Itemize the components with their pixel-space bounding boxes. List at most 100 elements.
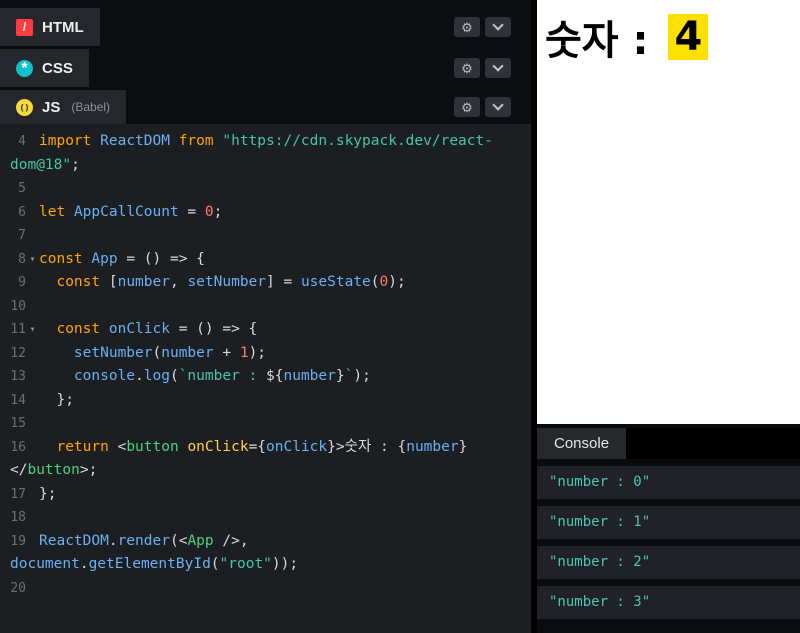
fold-caret-icon[interactable]: ▾ — [26, 318, 39, 342]
js-settings-button[interactable]: ⚙ — [454, 97, 480, 117]
code-text: const App = () => { — [39, 250, 205, 267]
code-text: import ReactDOM from "https://cdn.skypac… — [39, 133, 493, 149]
code-line[interactable]: 7 — [0, 224, 531, 248]
js-icon: ( ) — [16, 98, 33, 116]
code-line[interactable]: 18 — [0, 506, 531, 530]
counter-value: 4 — [668, 14, 709, 60]
tab-html[interactable]: / HTML — [0, 8, 100, 46]
code-text: let AppCallCount = 0; — [39, 203, 223, 220]
code-line-wrap[interactable]: document.getElementById("root")); — [0, 553, 531, 577]
code-text: console.log(`number : ${number}`); — [73, 368, 371, 384]
code-line[interactable]: 16 return <button onClick={onClick}>숫자 :… — [0, 436, 531, 460]
line-number: 10 — [10, 298, 26, 314]
js-header-buttons: ⚙ — [454, 90, 511, 124]
line-number: 16 — [10, 439, 26, 455]
code-line[interactable]: 19 ReactDOM.render(<App />, — [0, 530, 531, 554]
code-text: ReactDOM.render(<App />, — [39, 532, 249, 549]
gear-icon: ⚙ — [461, 60, 473, 76]
code-line[interactable]: 8 ▾ const App = () => { — [0, 248, 531, 272]
code-text: setNumber(number + 1); — [73, 344, 267, 361]
css-icon: * — [16, 59, 33, 77]
tab-css[interactable]: * CSS — [0, 49, 89, 87]
html-settings-button[interactable]: ⚙ — [454, 17, 480, 37]
fold-caret-icon[interactable]: ▾ — [26, 248, 39, 272]
chevron-down-icon — [492, 60, 504, 72]
console-log-row: "number : 2" — [537, 546, 800, 579]
code-text: </button>; — [10, 462, 98, 478]
code-line[interactable]: 9 const [number, setNumber] = useState(0… — [0, 271, 531, 295]
code-line[interactable]: 4 import ReactDOM from "https://cdn.skypa… — [0, 130, 531, 154]
code-line-wrap[interactable]: </button>; — [0, 459, 531, 483]
line-number: 17 — [10, 486, 26, 502]
line-number: 14 — [10, 392, 26, 408]
gear-icon: ⚙ — [461, 19, 473, 35]
code-line[interactable]: 13 console.log(`number : ${number}`); — [0, 365, 531, 389]
console-log-row: "number : 1" — [537, 506, 800, 539]
code-text: const onClick = () => { — [56, 321, 258, 337]
html-editor-header: / HTML ⚙ — [0, 8, 531, 46]
line-number: 20 — [10, 580, 26, 596]
counter-button[interactable]: 숫자 : 4 — [545, 8, 709, 66]
tab-html-label: HTML — [42, 18, 84, 36]
js-collapse-button[interactable] — [485, 97, 511, 117]
tab-js[interactable]: ( ) JS (Babel) — [0, 90, 127, 124]
line-number: 9 — [18, 275, 26, 290]
console-log-row: "number : 0" — [537, 466, 800, 499]
code-line[interactable]: 17}; — [0, 483, 531, 507]
code-playground: / HTML ⚙ * CSS ⚙ () JS (Babel) ⚙ 4 impo… — [0, 0, 800, 633]
code-line[interactable]: 10 — [0, 295, 531, 319]
css-collapse-button[interactable] — [485, 58, 511, 78]
console-title[interactable]: Console — [537, 428, 627, 459]
line-number: 18 — [10, 510, 26, 525]
line-number: 5 — [18, 181, 26, 196]
line-number: 8 — [18, 251, 26, 267]
code-line[interactable]: 11 ▾ const onClick = () => { — [0, 318, 531, 342]
result-pane: 숫자 : 4 Console "number : 0" "number : 1" "… — [537, 0, 800, 633]
code-line[interactable]: 14 }; — [0, 389, 531, 413]
chevron-down-icon — [492, 19, 504, 31]
css-editor-header: * CSS ⚙ — [0, 49, 531, 87]
code-text: }; — [39, 485, 57, 502]
code-area[interactable]: 4 import ReactDOM from "https://cdn.skypa… — [0, 124, 531, 633]
tab-js-sublabel: (Babel) — [71, 100, 111, 114]
code-line[interactable]: 12 setNumber(number + 1); — [0, 342, 531, 366]
code-text: }; — [39, 391, 74, 408]
line-number: 15 — [10, 416, 26, 431]
line-number: 4 — [18, 134, 26, 149]
counter-label: 숫자 : — [545, 18, 663, 64]
code-text: dom@18"; — [10, 156, 80, 173]
code-line[interactable]: 5 — [0, 177, 531, 201]
code-line[interactable]: 6 let AppCallCount = 0; — [0, 201, 531, 225]
code-line-wrap[interactable]: dom@18"; — [0, 154, 531, 178]
code-text: document.getElementById("root")); — [10, 556, 299, 572]
chevron-down-icon — [492, 99, 504, 111]
html-collapse-button[interactable] — [485, 17, 511, 37]
console-panel: Console "number : 0" "number : 1" "number … — [537, 428, 800, 633]
line-number: 12 — [10, 345, 26, 361]
html-icon: / — [16, 18, 33, 36]
console-log-row: "number : 3" — [537, 586, 800, 619]
gear-icon: ⚙ — [461, 99, 473, 115]
css-settings-button[interactable]: ⚙ — [454, 58, 480, 78]
preview-area: 숫자 : 4 — [537, 0, 800, 424]
line-number: 13 — [10, 369, 26, 384]
code-line[interactable]: 15 — [0, 412, 531, 436]
tab-js-label: JS — [42, 98, 61, 116]
line-number: 19 — [10, 533, 26, 549]
line-number: 11 — [10, 322, 26, 337]
tab-css-label: CSS — [42, 59, 73, 77]
code-line[interactable]: 20 — [0, 577, 531, 601]
editor-pane: / HTML ⚙ * CSS ⚙ () JS (Babel) ⚙ 4 impo… — [0, 0, 531, 633]
line-number: 7 — [18, 228, 26, 243]
